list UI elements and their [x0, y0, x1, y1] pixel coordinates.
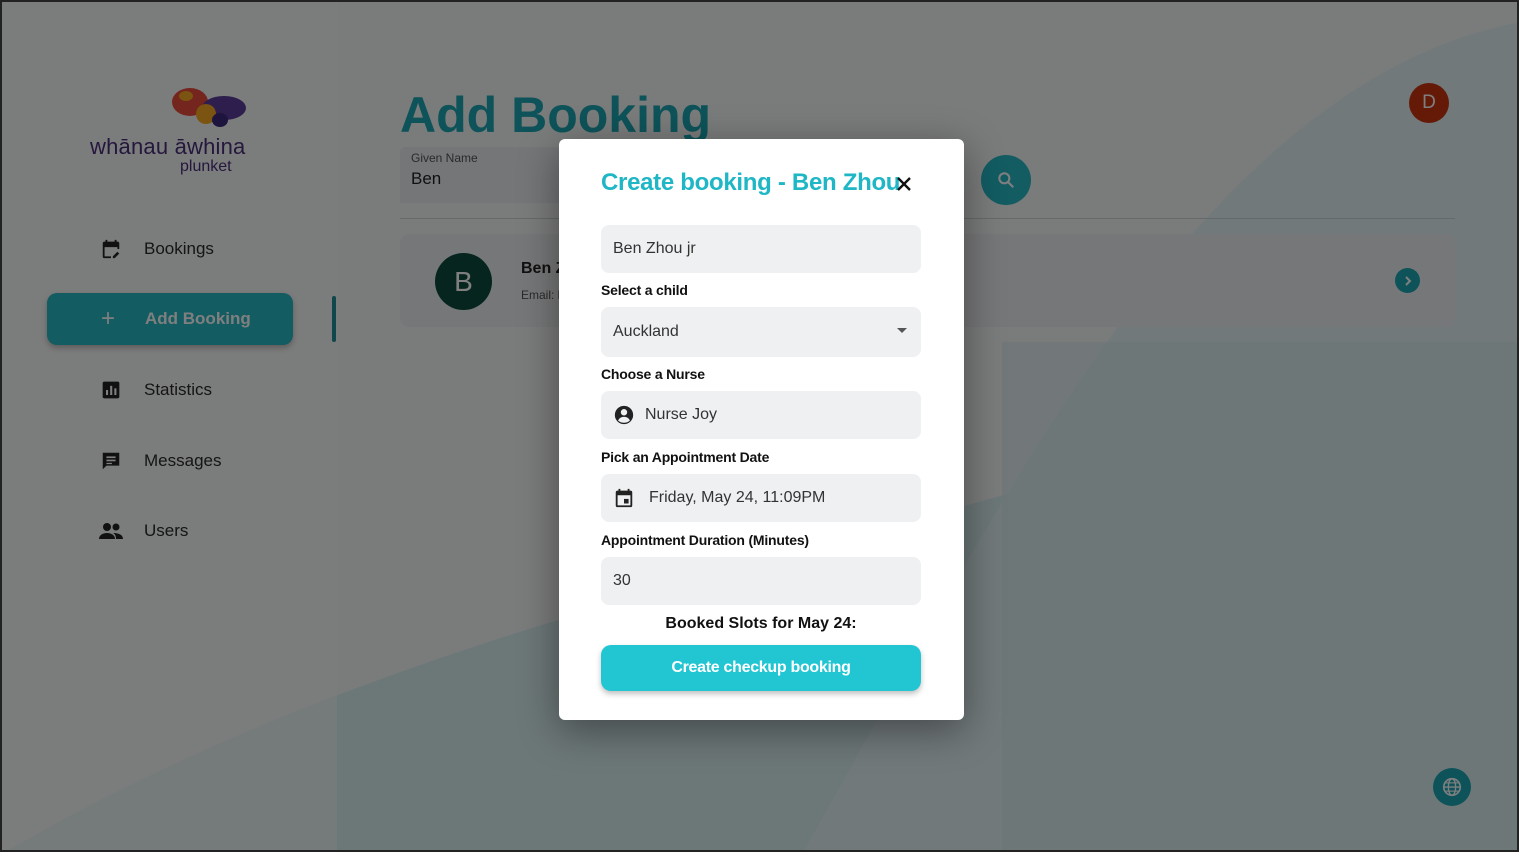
appointment-date-picker[interactable]: Friday, May 24, 11:09PM	[601, 474, 921, 522]
duration-input[interactable]: 30	[601, 557, 921, 605]
nurse-select[interactable]: Nurse Joy	[601, 391, 921, 439]
child-select[interactable]: Auckland	[601, 307, 921, 357]
duration-label: Appointment Duration (Minutes)	[601, 532, 809, 548]
calendar-icon	[613, 487, 635, 509]
app-window: whānau āwhina plunket Bookings + Add Boo…	[0, 0, 1519, 852]
booked-slots-text: Booked Slots for May 24:	[665, 615, 857, 632]
nurse-select-value: Nurse Joy	[645, 406, 718, 423]
create-booking-button[interactable]: Create checkup booking	[601, 645, 921, 691]
date-label: Pick an Appointment Date	[601, 449, 770, 465]
child-select-value: Auckland	[613, 323, 679, 340]
duration-value: 30	[613, 572, 631, 589]
chevron-down-icon	[897, 328, 907, 333]
dialog-title: Create booking - Ben Zhou	[601, 169, 901, 196]
appointment-date-value: Friday, May 24, 11:09PM	[649, 489, 826, 506]
close-button[interactable]	[893, 173, 915, 195]
child-label: Select a child	[601, 282, 688, 298]
close-icon	[897, 177, 911, 191]
account-circle-icon	[613, 404, 635, 426]
nurse-label: Choose a Nurse	[601, 366, 705, 382]
patient-name-value: Ben Zhou jr	[613, 240, 696, 257]
create-booking-dialog: Create booking - Ben Zhou Ben Zhou jr Se…	[559, 139, 964, 720]
patient-name-field[interactable]: Ben Zhou jr	[601, 225, 921, 273]
